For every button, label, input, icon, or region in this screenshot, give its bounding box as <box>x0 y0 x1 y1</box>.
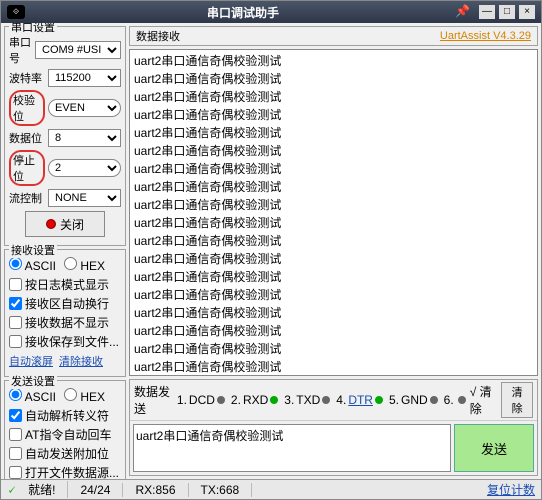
tx-ascii-radio[interactable] <box>9 388 22 401</box>
clear-tx-button[interactable]: 清除 <box>501 382 533 418</box>
rx-logmode-check[interactable] <box>9 278 22 291</box>
port-settings-group: 串口设置 串口号COM9 #USI 波特率115200 校验位EVEN 数据位8… <box>4 26 126 246</box>
reset-count-link[interactable]: 复位计数 <box>487 481 535 498</box>
auto-scroll-link[interactable]: 自动滚屏 <box>9 353 53 369</box>
rx-line: uart2串口通信奇偶校验测试 <box>134 214 533 232</box>
rx-header: 数据接收 UartAssist V4.3.29 <box>129 26 538 46</box>
version-link[interactable]: UartAssist V4.3.29 <box>440 30 531 42</box>
parity-select[interactable]: EVEN <box>48 99 121 117</box>
window-title: 串口调试助手 <box>31 4 455 21</box>
rx-line: uart2串口通信奇偶校验测试 <box>134 232 533 250</box>
tx-input[interactable] <box>133 424 451 472</box>
signal-rxd[interactable]: 2.RXD <box>231 393 278 407</box>
rx-hex-radio[interactable] <box>64 257 77 270</box>
tx-append-check[interactable] <box>9 447 22 460</box>
statusbar: 🗸 就绪! 24/24 RX:856 TX:668 复位计数 <box>1 479 541 499</box>
port-close-button[interactable]: 关闭 <box>25 211 105 237</box>
send-button[interactable]: 发送 <box>454 424 534 472</box>
signal-[interactable]: 6. <box>444 393 466 407</box>
signal-dcd[interactable]: 1.DCD <box>177 393 225 407</box>
app-logo-icon: ⟐ <box>7 5 25 19</box>
rx-savefile-check[interactable] <box>9 335 22 348</box>
rx-line: uart2串口通信奇偶校验测试 <box>134 304 533 322</box>
rx-line: uart2串口通信奇偶校验测试 <box>134 268 533 286</box>
rx-wrap-check[interactable] <box>9 297 22 310</box>
rx-line: uart2串口通信奇偶校验测试 <box>134 160 533 178</box>
pin-icon[interactable]: 📌 <box>455 4 475 20</box>
port-select[interactable]: COM9 #USI <box>35 41 121 59</box>
parity-label-circled: 校验位 <box>9 90 45 126</box>
tx-title: 数据发送 <box>134 383 173 417</box>
titlebar: ⟐ 串口调试助手 📌 — □ × <box>1 1 541 23</box>
rx-settings-group: 接收设置 ASCII HEX 按日志模式显示 接收区自动换行 接收数据不显示 接… <box>4 249 126 377</box>
tx-escape-check[interactable] <box>9 409 22 422</box>
tx-atcr-check[interactable] <box>9 428 22 441</box>
ready-icon: 🗸 <box>7 482 16 498</box>
clear-rx-link[interactable]: 清除接收 <box>59 353 103 369</box>
close-window-button[interactable]: × <box>519 5 535 19</box>
rx-line: uart2串口通信奇偶校验测试 <box>134 124 533 142</box>
flowctrl-select[interactable]: NONE <box>48 189 121 207</box>
rx-text-area[interactable]: uart2串口通信奇偶校验测试uart2串口通信奇偶校验测试uart2串口通信奇… <box>129 49 538 376</box>
rx-noshow-check[interactable] <box>9 316 22 329</box>
rx-line: uart2串口通信奇偶校验测试 <box>134 178 533 196</box>
rx-line: uart2串口通信奇偶校验测试 <box>134 142 533 160</box>
tx-openfile-check[interactable] <box>9 466 22 479</box>
rx-line: uart2串口通信奇偶校验测试 <box>134 286 533 304</box>
stopbits-label-circled: 停止位 <box>9 150 45 186</box>
rx-line: uart2串口通信奇偶校验测试 <box>134 70 533 88</box>
minimize-button[interactable]: — <box>479 5 495 19</box>
clear-btn-down[interactable]: √ 清除 <box>470 383 498 417</box>
tx-hex-radio[interactable] <box>64 388 77 401</box>
rx-line: uart2串口通信奇偶校验测试 <box>134 52 533 70</box>
databits-select[interactable]: 8 <box>48 129 121 147</box>
rx-line: uart2串口通信奇偶校验测试 <box>134 358 533 376</box>
baud-select[interactable]: 115200 <box>48 69 121 87</box>
maximize-button[interactable]: □ <box>499 5 515 19</box>
tx-settings-group: 发送设置 ASCII HEX 自动解析转义符 AT指令自动回车 自动发送附加位 … <box>4 380 126 479</box>
stopbits-select[interactable]: 2 <box>48 159 121 177</box>
rx-line: uart2串口通信奇偶校验测试 <box>134 106 533 124</box>
rx-line: uart2串口通信奇偶校验测试 <box>134 340 533 358</box>
rx-line: uart2串口通信奇偶校验测试 <box>134 250 533 268</box>
red-dot-icon <box>46 219 56 229</box>
rx-line: uart2串口通信奇偶校验测试 <box>134 88 533 106</box>
rx-line: uart2串口通信奇偶校验测试 <box>134 196 533 214</box>
rx-ascii-radio[interactable] <box>9 257 22 270</box>
signal-dtr[interactable]: 4.DTR <box>336 393 383 407</box>
signal-txd[interactable]: 3.TXD <box>284 393 330 407</box>
rx-line: uart2串口通信奇偶校验测试 <box>134 322 533 340</box>
signal-gnd[interactable]: 5.GND <box>389 393 438 407</box>
